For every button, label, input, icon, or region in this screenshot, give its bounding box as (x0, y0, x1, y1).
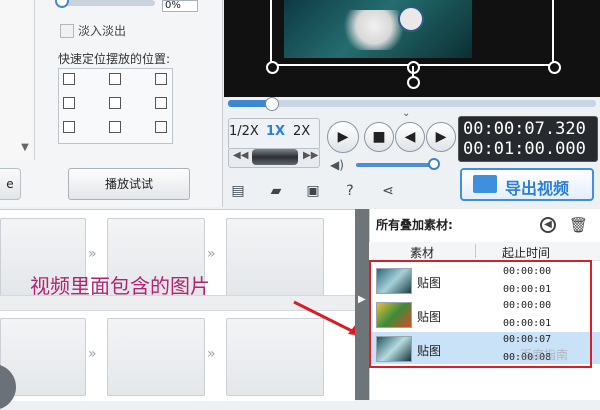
rewind-icon[interactable]: ◀◀ (233, 150, 248, 161)
position-top-center[interactable] (109, 73, 121, 85)
stop-button[interactable]: ■ (364, 122, 394, 152)
export-icon (473, 175, 497, 193)
left-panel-scrollbar[interactable] (0, 0, 35, 160)
export-video-label: 导出视频 (505, 179, 570, 198)
position-bottom-left[interactable] (63, 121, 75, 133)
speed-half-button[interactable]: 1/2X (229, 124, 259, 139)
quick-position-label: 快速定位摆放的位置: (58, 52, 171, 66)
fade-label: 淡入淡出 (78, 24, 127, 38)
table-header (369, 242, 600, 261)
opacity-slider[interactable] (60, 0, 155, 6)
trash-icon[interactable]: 🗑 (569, 216, 588, 234)
percent-input[interactable]: 0% (162, 0, 198, 12)
resize-handle-bottom-right[interactable] (548, 61, 561, 74)
speed-2x-button[interactable]: 2X (293, 124, 310, 139)
new-project-icon[interactable]: ▤ (228, 181, 248, 201)
panel-title: 所有叠加素材: (376, 218, 453, 232)
total-time: 00:01:00.000 (463, 139, 586, 159)
play-icon: ▶ (337, 129, 349, 145)
position-bottom-center[interactable] (109, 121, 121, 133)
open-folder-icon[interactable]: ▰ (266, 181, 286, 201)
next-frame-button[interactable]: ▶ (426, 122, 456, 152)
step-back-icon: ◀ (404, 129, 416, 145)
position-top-left[interactable] (63, 73, 75, 85)
save-icon[interactable]: ▣ (303, 181, 323, 201)
play-button[interactable]: ▶ (327, 121, 359, 153)
speed-1x-button[interactable]: 1X (266, 124, 285, 139)
position-top-right[interactable] (155, 73, 167, 85)
position-bottom-right[interactable] (155, 121, 167, 133)
rotate-handle[interactable] (407, 76, 420, 89)
previous-frame-button[interactable]: ◀ (395, 122, 425, 152)
fade-checkbox[interactable] (60, 24, 74, 38)
seek-bar[interactable] (228, 100, 596, 107)
share-icon[interactable]: ⋖ (378, 181, 398, 201)
storyboard-clip[interactable] (107, 318, 205, 396)
position-grid (58, 68, 173, 144)
transition-arrow-icon[interactable]: » (88, 346, 97, 362)
collapse-arrow-icon[interactable]: ▶ (358, 294, 366, 305)
position-middle-right[interactable] (155, 97, 167, 109)
stop-icon: ■ (372, 129, 386, 145)
current-time: 00:00:07.320 (463, 119, 586, 139)
step-forward-icon: ▶ (435, 129, 447, 145)
storyboard-clip[interactable] (226, 218, 324, 296)
selection-box[interactable] (270, 0, 554, 66)
volume-icon[interactable]: ◀) (330, 158, 344, 172)
jog-wheel[interactable] (252, 149, 298, 165)
play-test-button[interactable]: 播放试试 (68, 168, 190, 200)
chevron-down-icon[interactable]: ⌄ (402, 108, 410, 119)
left-partial-button[interactable]: e (0, 168, 21, 200)
volume-slider[interactable] (356, 163, 436, 167)
scroll-down-icon[interactable]: ▼ (18, 140, 32, 156)
column-divider (475, 244, 476, 258)
column-header-material: 素材 (410, 246, 435, 260)
seek-knob[interactable] (265, 97, 279, 111)
help-icon[interactable]: ? (340, 181, 360, 201)
back-icon[interactable]: ◀ (540, 217, 556, 233)
position-middle-left[interactable] (63, 97, 75, 109)
resize-handle-bottom-left[interactable] (266, 61, 279, 74)
transition-arrow-icon[interactable]: » (207, 246, 216, 262)
fast-forward-icon[interactable]: ▶▶ (303, 150, 318, 161)
column-header-time: 起止时间 (502, 246, 551, 260)
annotation-text: 视频里面包含的图片 (30, 274, 210, 298)
transition-arrow-icon[interactable]: » (207, 346, 216, 362)
watermark-text: 百度指南 (520, 348, 569, 362)
transition-arrow-icon[interactable]: » (88, 246, 97, 262)
position-center[interactable] (109, 97, 121, 109)
volume-knob[interactable] (428, 158, 440, 170)
